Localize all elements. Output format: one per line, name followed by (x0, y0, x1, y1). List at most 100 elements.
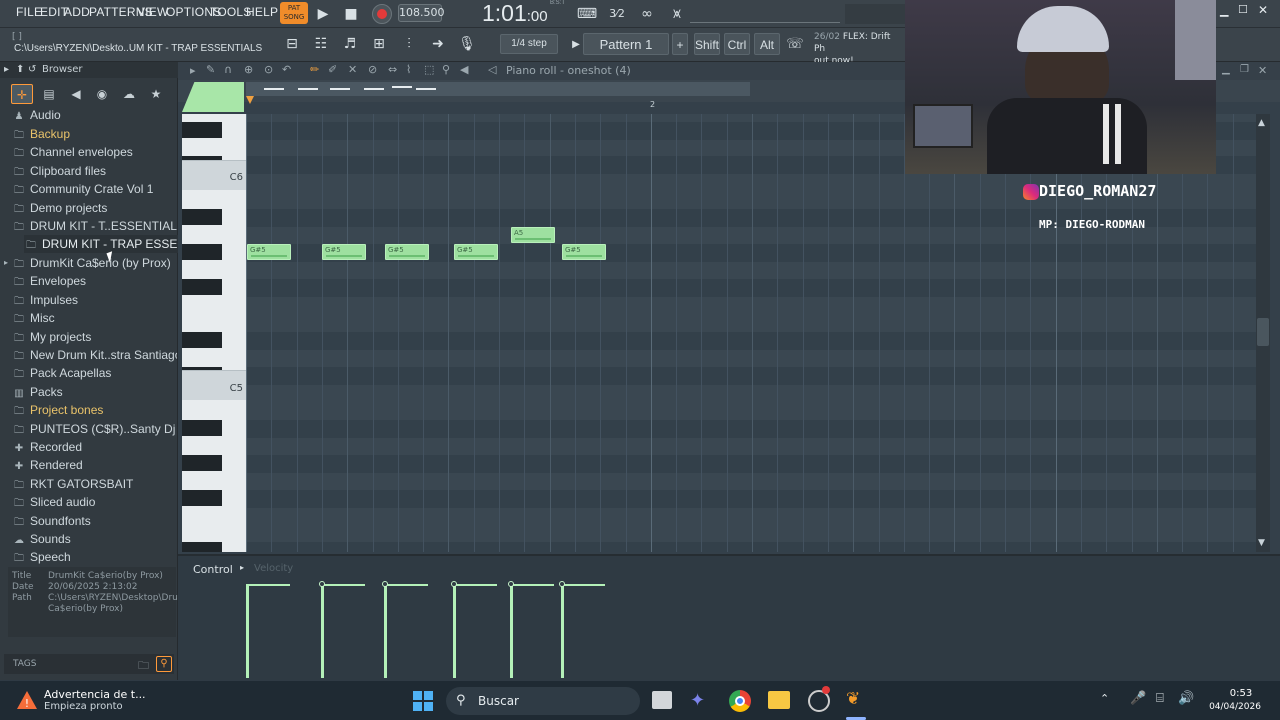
black-key[interactable] (182, 455, 222, 471)
note-g-sharp-5[interactable]: G#5 (247, 244, 291, 260)
browser-item[interactable]: 🗀 RKT GATORSBAIT (12, 475, 177, 493)
snap-icon[interactable]: ⊙ (264, 63, 273, 76)
loop-record-icon[interactable]: ∞ (636, 3, 658, 25)
file-explorer-icon[interactable] (768, 691, 790, 709)
browser-item[interactable]: 🗀 Soundfonts (12, 512, 177, 530)
pattern-selector[interactable]: Pattern 1 (583, 33, 669, 55)
pr-maximize-icon[interactable]: ❐ (1240, 64, 1249, 75)
browser-item[interactable]: 🗀 Pack Acapellas (12, 364, 177, 382)
browser-item[interactable]: 🗀 Impulses (12, 291, 177, 309)
browser-item[interactable]: 🗀 Sliced audio (12, 493, 177, 511)
alt-button[interactable]: Alt (754, 33, 780, 55)
chrome-icon[interactable] (729, 690, 751, 712)
channel-rack-icon[interactable]: ☷ (310, 33, 332, 55)
favorites-icon[interactable]: ★ (145, 84, 167, 104)
velocity-bar[interactable] (561, 584, 564, 678)
black-key[interactable] (182, 542, 222, 552)
stop-button[interactable]: ■ (340, 3, 362, 25)
countdown-icon[interactable]: 3⁄2 (606, 3, 628, 25)
magnet-icon[interactable]: ∩ (224, 63, 232, 76)
typing-keyboard-icon[interactable]: ⌨ (576, 3, 598, 25)
browser-item[interactable]: 🗀 Channel envelopes (12, 143, 177, 161)
minimize-icon[interactable]: ▁ (1220, 4, 1228, 17)
slice-icon[interactable]: ⌇ (406, 63, 411, 76)
black-key[interactable] (182, 490, 222, 506)
back-icon[interactable]: ↺ (28, 64, 36, 75)
menu-arrow-icon[interactable]: ▸ (190, 64, 196, 77)
plugin-icon[interactable]: ⫶ (398, 33, 420, 55)
black-key[interactable] (182, 209, 222, 225)
folder-small-icon[interactable]: 🗀 (138, 657, 149, 676)
menu-view[interactable]: VIEW (137, 5, 168, 19)
clock-time[interactable]: 0:53 (1214, 688, 1268, 699)
files-icon[interactable]: ▤ (38, 84, 60, 104)
black-key[interactable] (182, 244, 222, 260)
master-volume-slider[interactable] (845, 4, 905, 24)
browser-item[interactable]: 🗀 Project bones (12, 401, 177, 419)
mute-icon[interactable]: ⊘ (368, 63, 377, 76)
pr-minimize-icon[interactable]: ▁ (1222, 64, 1230, 75)
browser-item[interactable]: ☁ Sounds (12, 530, 177, 548)
vertical-scrollbar[interactable]: ▲ ▼ (1256, 114, 1270, 552)
note-g-sharp-5[interactable]: G#5 (454, 244, 498, 260)
piano-keyboard[interactable]: C6 C5 (182, 114, 246, 552)
tray-chevron-icon[interactable]: ⌃ (1100, 692, 1109, 705)
news-icon[interactable]: ☏ (784, 33, 806, 55)
velocity-bar[interactable] (510, 584, 513, 678)
browser-item[interactable]: 🗀 New Drum Kit..stra Santiago (12, 346, 177, 364)
snap-step-select[interactable]: 1/4 step (500, 34, 558, 54)
clock-date[interactable]: 04/04/2026 (1205, 702, 1265, 712)
velocity-handle[interactable] (559, 581, 565, 587)
delete-icon[interactable]: ✕ (348, 63, 357, 76)
browser-item[interactable]: 🗀 Envelopes (12, 272, 177, 290)
microphone-icon[interactable]: 🎙 (456, 33, 478, 55)
control-target[interactable]: Velocity (254, 563, 293, 574)
pat-song-toggle[interactable]: PAT SONG (280, 2, 308, 24)
black-key[interactable] (182, 332, 222, 348)
browser-item[interactable]: ✚ Recorded (12, 438, 177, 456)
channel-selector[interactable] (182, 82, 244, 112)
pattern-add-button[interactable]: + (672, 33, 688, 55)
shift-button[interactable]: Shift (694, 33, 720, 55)
menu-help[interactable]: HELP (246, 5, 278, 19)
fl-studio-icon[interactable]: ❦ (846, 689, 868, 713)
maximize-icon[interactable]: ☐ (1238, 3, 1248, 16)
tags-bar[interactable]: TAGS 🗀 ⚲ (4, 654, 174, 674)
browser-item[interactable]: 🗀 My projects (12, 328, 177, 346)
note-g-sharp-5[interactable]: G#5 (562, 244, 606, 260)
obs-icon[interactable] (808, 686, 830, 712)
velocity-bar[interactable] (321, 584, 324, 678)
paint-icon[interactable]: ✐ (328, 63, 337, 76)
play-button[interactable]: ▶ (312, 3, 334, 25)
scroll-up-icon[interactable]: ▲ (1258, 118, 1265, 128)
event-control-lane[interactable]: Control ▸ Velocity (178, 554, 1280, 680)
velocity-handle[interactable] (319, 581, 325, 587)
speaker-small-icon[interactable]: ◁ (488, 63, 496, 76)
velocity-bar[interactable] (384, 584, 387, 678)
scroll-down-icon[interactable]: ▼ (1258, 538, 1265, 548)
undo-icon[interactable]: ↶ (282, 63, 291, 76)
playhead-marker[interactable] (246, 96, 254, 104)
expand-arrow-icon[interactable]: ▸ (4, 258, 8, 267)
menu-add[interactable]: ADD (64, 5, 90, 19)
black-key[interactable] (182, 279, 222, 295)
plugins-icon[interactable]: ◉ (91, 84, 113, 104)
note-grid[interactable]: G#5 G#5 G#5 G#5 A5 G#5 (246, 114, 1256, 552)
playlist-icon[interactable]: ⊟ (281, 33, 303, 55)
note-g-sharp-5[interactable]: G#5 (322, 244, 366, 260)
scrollbar-thumb[interactable] (1257, 318, 1269, 346)
search-tag-icon[interactable]: ⚲ (156, 656, 172, 672)
stamp-icon[interactable]: ⊕ (244, 63, 253, 76)
pencil-icon[interactable]: ✏ (310, 63, 319, 76)
black-key[interactable] (182, 122, 222, 138)
browser-item[interactable]: ▥ Packs (12, 383, 177, 401)
velocity-handle[interactable] (508, 581, 514, 587)
velocity-handle[interactable] (382, 581, 388, 587)
close-icon[interactable]: ✕ (1258, 3, 1268, 17)
pr-close-icon[interactable]: ✕ (1258, 64, 1267, 77)
browser-item[interactable]: ♟ Audio (12, 106, 177, 124)
volume-icon[interactable]: 🔊 (1178, 691, 1194, 706)
mixer-icon[interactable]: ⊞ (368, 33, 390, 55)
browser-item[interactable]: 🗀 DRUM KIT - T..ESSENTIALS (12, 217, 177, 235)
note-g-sharp-5[interactable]: G#5 (385, 244, 429, 260)
